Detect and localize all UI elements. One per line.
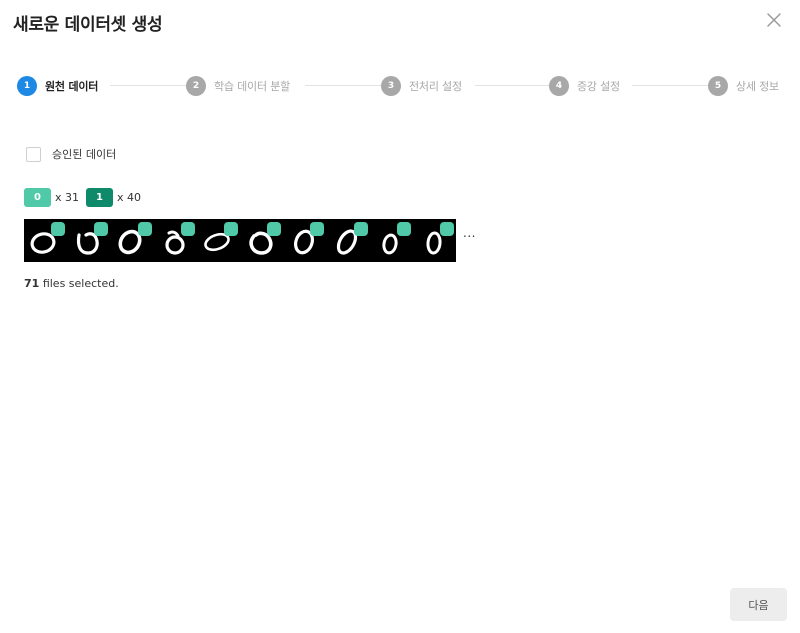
step-connector: [305, 85, 391, 86]
step-number: 4: [549, 76, 569, 96]
selection-summary: 71 files selected.: [24, 277, 119, 290]
more-indicator: ...: [463, 226, 476, 240]
step-number: 3: [381, 76, 401, 96]
selected-suffix: files selected.: [42, 277, 119, 290]
image-thumbnail[interactable]: [24, 219, 67, 262]
label-dot: [137, 222, 152, 236]
step-augmentation[interactable]: 4 증강 설정: [549, 76, 620, 96]
close-button[interactable]: [764, 10, 784, 30]
step-train-split[interactable]: 2 학습 데이터 분할: [186, 76, 290, 96]
step-number: 2: [186, 76, 206, 96]
dialog-title: 새로운 데이터셋 생성: [13, 15, 163, 35]
label-count: x 40: [117, 190, 142, 204]
step-label: 원천 데이터: [45, 80, 99, 93]
step-connector: [110, 85, 196, 86]
step-label: 상세 정보: [736, 80, 779, 93]
label-dot: [94, 222, 109, 236]
close-icon: [767, 13, 781, 27]
step-connector: [632, 85, 718, 86]
step-label: 학습 데이터 분할: [214, 80, 291, 93]
selected-count: 71: [24, 277, 40, 290]
label-summary: 0 x 31 1 x 40: [24, 187, 148, 207]
thumbnail-strip: [24, 219, 456, 262]
image-thumbnail[interactable]: [197, 219, 240, 262]
image-thumbnail[interactable]: [326, 219, 369, 262]
approved-data-label: 승인된 데이터: [52, 148, 117, 161]
label-dot: [51, 222, 66, 236]
create-dataset-dialog: 새로운 데이터셋 생성 1 원천 데이터 2 학습 데이터 분할 3 전처리 설…: [0, 0, 800, 633]
label-dot: [180, 222, 195, 236]
approved-data-filter[interactable]: 승인된 데이터: [26, 146, 116, 162]
step-preprocessing[interactable]: 3 전처리 설정: [381, 76, 462, 96]
label-dot: [353, 222, 368, 236]
image-thumbnail[interactable]: [283, 219, 326, 262]
label-badge: 1: [86, 187, 114, 207]
label-badge: 0: [24, 187, 51, 207]
label-dot: [439, 222, 454, 236]
image-thumbnail[interactable]: [110, 219, 153, 262]
step-label: 증강 설정: [577, 80, 620, 93]
image-thumbnail[interactable]: [240, 219, 283, 262]
label-dot: [267, 222, 282, 236]
step-details[interactable]: 5 상세 정보: [708, 76, 779, 96]
step-number: 1: [17, 76, 37, 96]
stepper: 1 원천 데이터 2 학습 데이터 분할 3 전처리 설정 4 증강 설정 5 …: [17, 76, 784, 96]
image-thumbnail[interactable]: [413, 219, 456, 262]
approved-data-checkbox[interactable]: [26, 146, 41, 162]
label-dot: [223, 222, 238, 236]
step-number: 5: [708, 76, 728, 96]
image-thumbnail[interactable]: [370, 219, 413, 262]
label-count: x 31: [55, 190, 80, 204]
image-thumbnail[interactable]: [67, 219, 110, 262]
step-label: 전처리 설정: [409, 80, 462, 93]
label-dot: [310, 222, 325, 236]
label-dot: [396, 222, 411, 236]
image-thumbnail[interactable]: [154, 219, 197, 262]
next-button[interactable]: 다음: [730, 588, 787, 621]
step-source-data[interactable]: 1 원천 데이터: [17, 76, 98, 96]
